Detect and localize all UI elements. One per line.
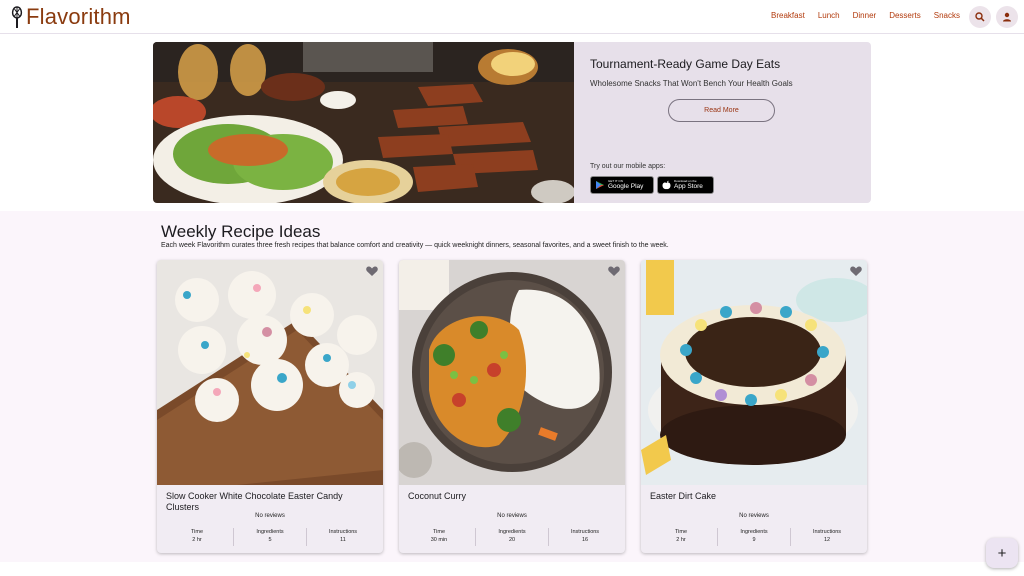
weekly-title: Weekly Recipe Ideas: [161, 222, 321, 241]
nav-desserts[interactable]: Desserts: [889, 11, 921, 20]
stat-instructions: Instructions 12: [791, 528, 863, 546]
review-count: No reviews: [739, 513, 769, 519]
nav-snacks[interactable]: Snacks: [934, 11, 960, 20]
nav-lunch[interactable]: Lunch: [818, 11, 840, 20]
read-more-button[interactable]: Read More: [668, 99, 775, 122]
heart-icon[interactable]: [849, 264, 863, 278]
brand-logo[interactable]: Flavorithm: [10, 4, 131, 30]
stat-label: Ingredients: [498, 529, 526, 535]
whisk-icon: [11, 6, 23, 28]
recipe-image[interactable]: [399, 260, 625, 485]
stat-value: 20: [508, 537, 516, 543]
stat-label: Instructions: [570, 529, 600, 535]
stat-value: 30 min: [430, 537, 448, 543]
app-store-big: App Store: [674, 183, 703, 190]
brand-name: Flavorithm: [26, 4, 131, 29]
stat-time: Time 2 hr: [645, 528, 718, 546]
stat-label: Instructions: [328, 529, 358, 535]
nav-breakfast[interactable]: Breakfast: [771, 11, 805, 20]
mobile-apps-label: Try out our mobile apps:: [590, 163, 666, 170]
recipe-card[interactable]: Coconut Curry No reviews Time 30 min Ingr…: [399, 260, 625, 553]
recipe-card[interactable]: Easter Dirt Cake No reviews Time 2 hr Ing…: [641, 260, 867, 553]
stat-instructions: Instructions 16: [549, 528, 621, 546]
search-button[interactable]: [969, 6, 991, 28]
app-store-badge[interactable]: Download on the App Store: [657, 176, 714, 194]
account-icon: [1003, 12, 1011, 22]
google-play-badge[interactable]: GET IT ON Google Play: [590, 176, 654, 194]
recipe-image[interactable]: [641, 260, 867, 485]
heart-icon[interactable]: [365, 264, 379, 278]
top-app-bar: Flavorithm Breakfast Lunch Dinner Desser…: [0, 0, 1024, 34]
featured-hero: Tournament-Ready Game Day Eats Wholesome…: [153, 42, 871, 203]
add-fab-button[interactable]: +: [986, 538, 1018, 568]
stat-ingredients: Ingredients 20: [476, 528, 549, 546]
recipe-stats: Time 2 hr Ingredients 5 Instructions 11: [161, 528, 379, 546]
stat-instructions: Instructions 11: [307, 528, 379, 546]
stat-value: 12: [823, 537, 831, 543]
recipe-title[interactable]: Slow Cooker White Chocolate Easter Candy…: [166, 491, 376, 513]
recipe-title[interactable]: Easter Dirt Cake: [650, 491, 860, 502]
stat-time: Time 2 hr: [161, 528, 234, 546]
page-footer-strip: [0, 562, 1024, 576]
recipe-title[interactable]: Coconut Curry: [408, 491, 618, 502]
account-button[interactable]: [996, 6, 1018, 28]
hero-title: Tournament-Ready Game Day Eats: [590, 57, 781, 71]
hero-subtitle: Wholesome Snacks That Won't Bench Your H…: [590, 79, 793, 88]
stat-value: 16: [581, 537, 589, 543]
stat-label: Time: [674, 529, 688, 535]
stat-label: Instructions: [812, 529, 842, 535]
google-play-big: Google Play: [608, 183, 644, 190]
play-store-icon: [596, 181, 604, 189]
recipe-image[interactable]: [157, 260, 383, 485]
apple-icon: [662, 180, 671, 190]
stat-value: 5: [268, 537, 272, 543]
stat-label: Ingredients: [256, 529, 284, 535]
stat-value: 2 hr: [676, 537, 686, 543]
stat-label: Time: [190, 529, 204, 535]
weekly-description: Each week Flavorithm curates three fresh…: [161, 242, 669, 249]
nav-dinner[interactable]: Dinner: [853, 11, 877, 20]
stat-value: 11: [340, 537, 346, 543]
review-count: No reviews: [255, 513, 285, 519]
stat-label: Time: [432, 529, 446, 535]
plus-icon: +: [997, 544, 1007, 562]
recipe-stats: Time 2 hr Ingredients 9 Instructions 12: [645, 528, 863, 546]
stat-label: Ingredients: [740, 529, 768, 535]
recipe-card[interactable]: Slow Cooker White Chocolate Easter Candy…: [157, 260, 383, 553]
review-count: No reviews: [497, 513, 527, 519]
search-icon: [975, 12, 985, 22]
stat-ingredients: Ingredients 9: [718, 528, 791, 546]
hero-food-image[interactable]: [153, 42, 574, 203]
heart-icon[interactable]: [607, 264, 621, 278]
stat-ingredients: Ingredients 5: [234, 528, 307, 546]
main-nav: Breakfast Lunch Dinner Desserts Snacks: [771, 11, 960, 20]
stat-value: 9: [752, 537, 756, 543]
stat-value: 2 hr: [192, 537, 202, 543]
recipe-stats: Time 30 min Ingredients 20 Instructions 16: [403, 528, 621, 546]
stat-time: Time 30 min: [403, 528, 476, 546]
